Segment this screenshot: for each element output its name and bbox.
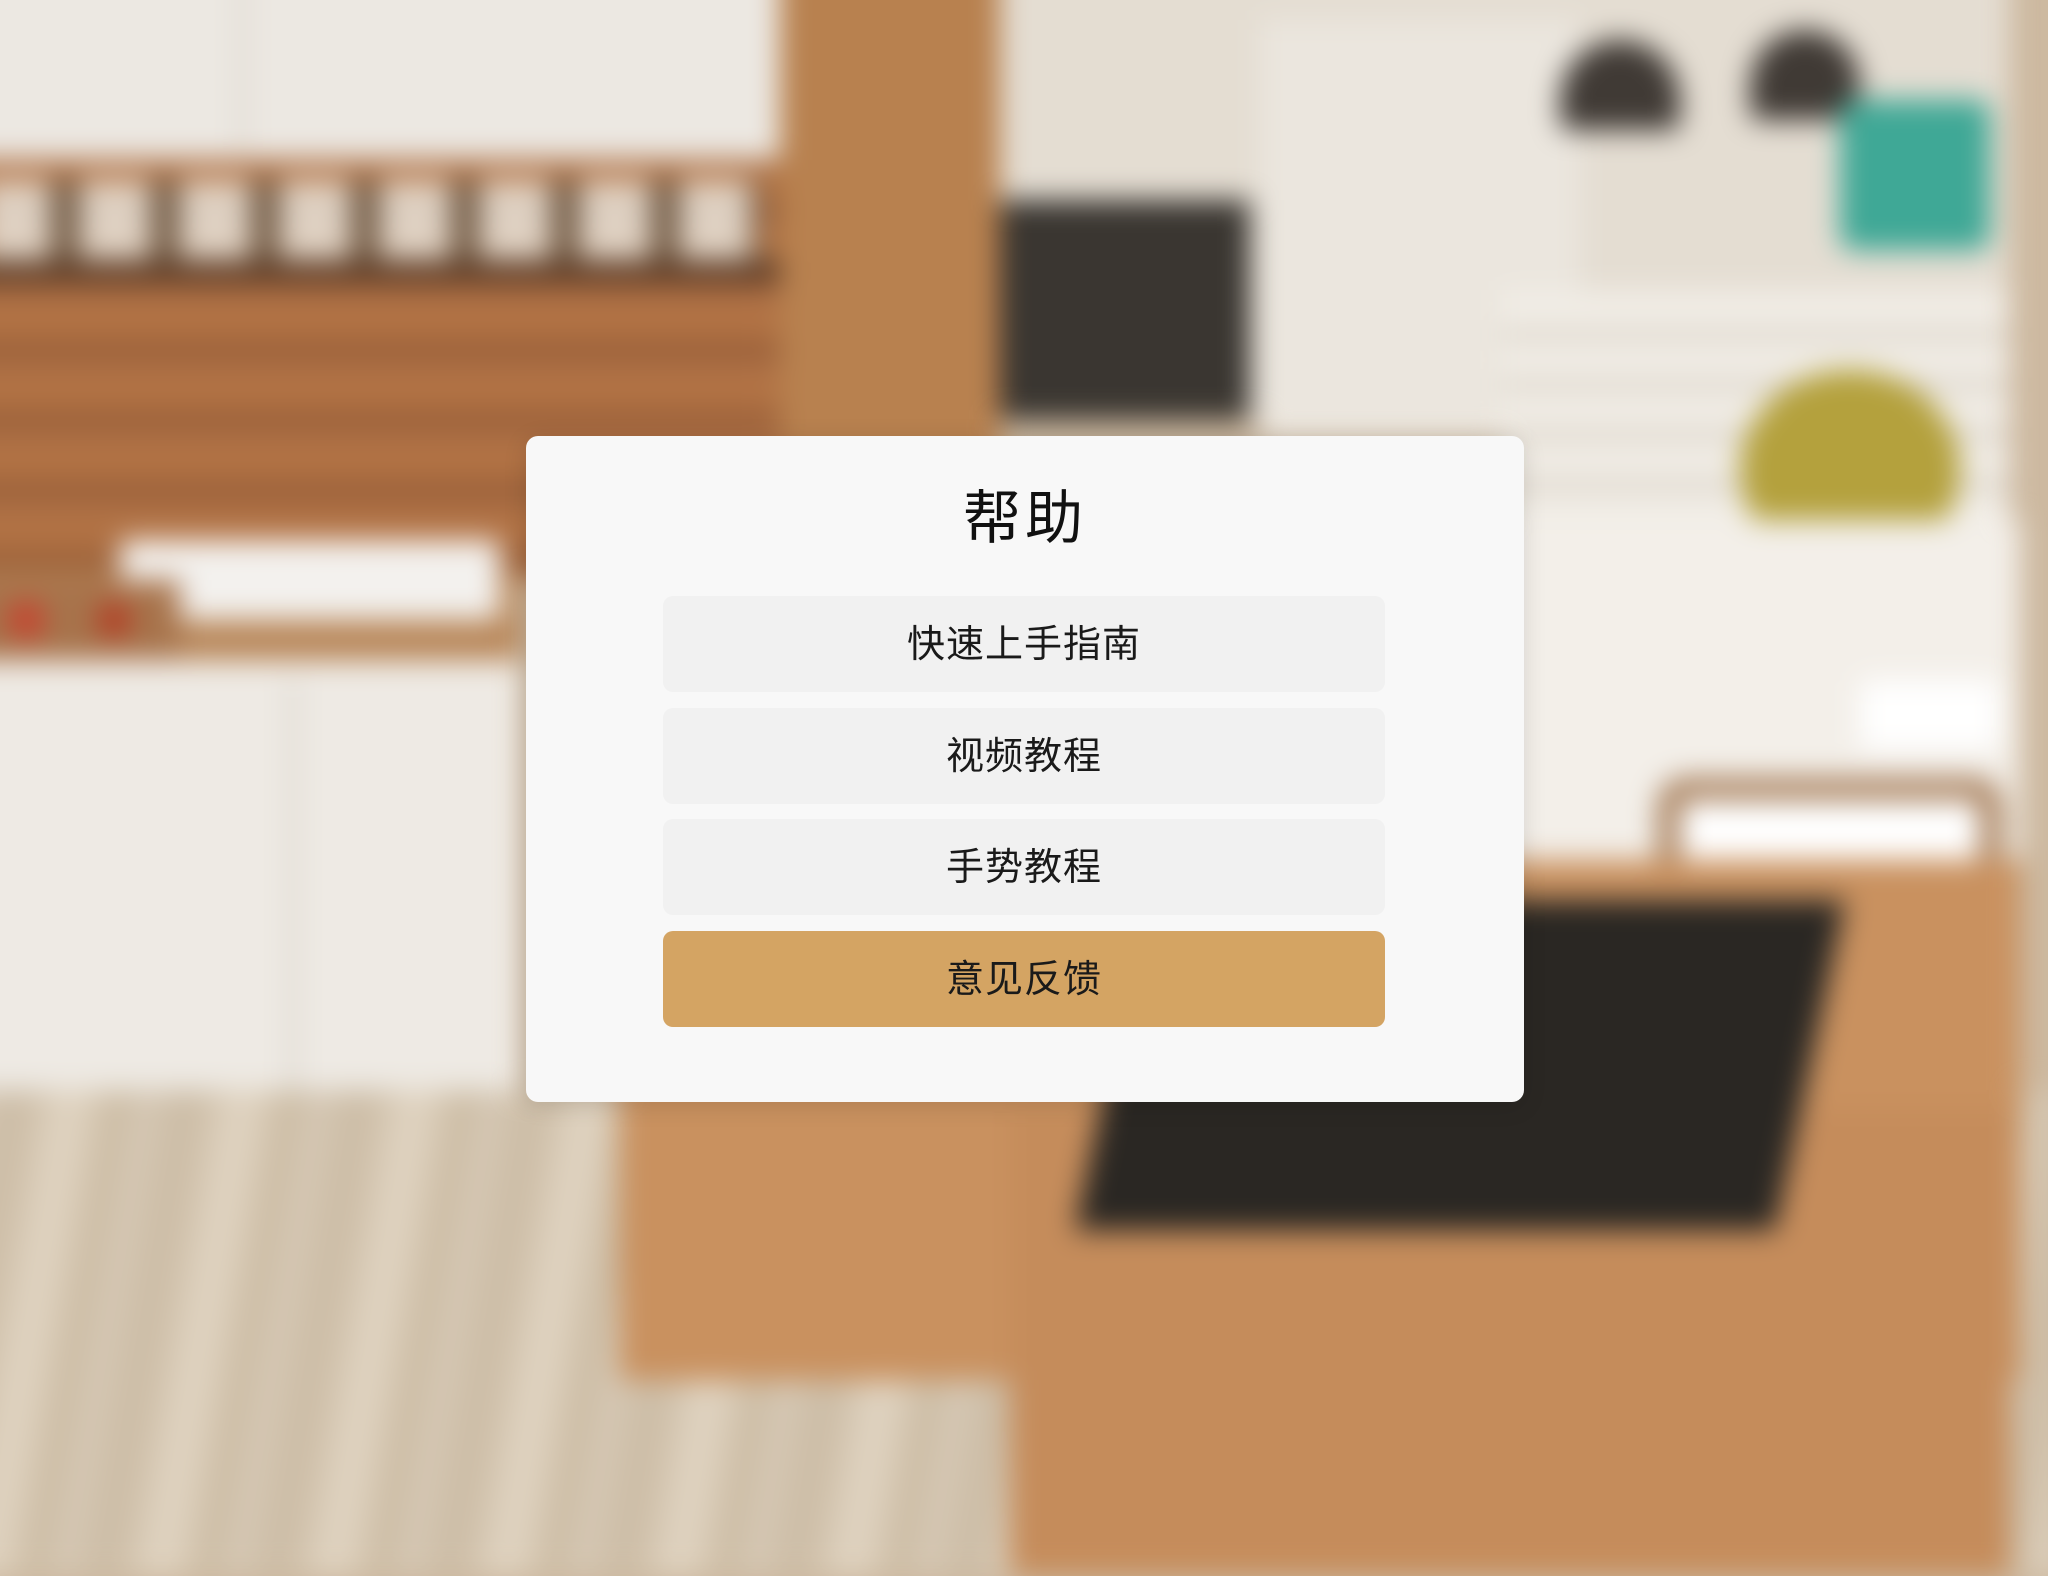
bg-wood-column bbox=[780, 0, 1000, 480]
bg-ovens bbox=[1000, 200, 1250, 420]
bg-cabinet-divider bbox=[240, 0, 246, 150]
dialog-title: 帮助 bbox=[962, 484, 1087, 552]
feedback-button[interactable]: 意见反馈 bbox=[663, 931, 1385, 1027]
bg-tomatoes bbox=[0, 580, 180, 660]
video-tutorial-button[interactable]: 视频教程 bbox=[663, 708, 1385, 804]
help-dialog: 帮助 快速上手指南 视频教程 手势教程 意见反馈 bbox=[526, 436, 1524, 1102]
bg-shelf-jars bbox=[0, 180, 760, 270]
bg-teal-chair bbox=[1840, 100, 1990, 250]
quick-start-guide-button[interactable]: 快速上手指南 bbox=[663, 596, 1385, 692]
gesture-tutorial-button[interactable]: 手势教程 bbox=[663, 819, 1385, 915]
bg-shelf bbox=[0, 260, 820, 282]
bg-dish bbox=[1860, 680, 2000, 750]
